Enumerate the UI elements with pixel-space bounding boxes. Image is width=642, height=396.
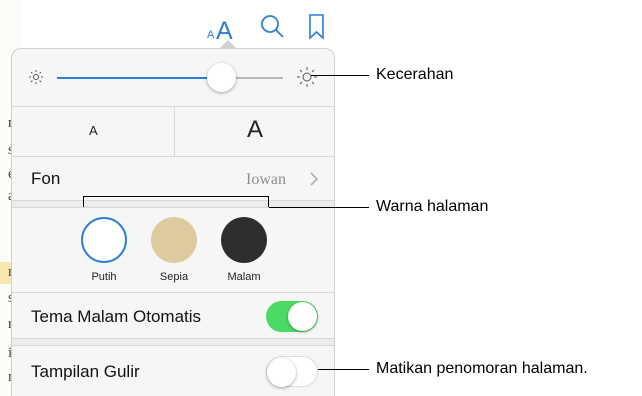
- increase-font-button[interactable]: A: [175, 107, 334, 156]
- theme-sepia-swatch[interactable]: [151, 217, 197, 263]
- brightness-high-icon: [296, 66, 318, 93]
- search-icon[interactable]: [260, 14, 286, 45]
- auto-night-row: Tema Malam Otomatis: [12, 293, 334, 339]
- svg-text:A: A: [207, 29, 215, 41]
- callout-bracket-page-color: [83, 196, 269, 207]
- decrease-font-button[interactable]: A: [12, 107, 175, 156]
- callout-line-page-color: [269, 207, 369, 208]
- callout-line-brightness: [311, 75, 369, 76]
- theme-night-label: Malam: [227, 271, 261, 283]
- font-value: Iowan: [246, 171, 286, 188]
- auto-night-label: Tema Malam Otomatis: [31, 307, 202, 326]
- brightness-slider[interactable]: [57, 63, 283, 93]
- large-font-label: A: [247, 116, 264, 143]
- brightness-low-icon: [28, 69, 44, 90]
- theme-white-swatch[interactable]: [81, 217, 127, 263]
- callout-line-scroll: [318, 369, 369, 370]
- scroll-view-toggle[interactable]: [266, 356, 318, 387]
- small-font-label: A: [89, 123, 98, 138]
- font-label: Fon: [31, 169, 61, 188]
- svg-text:A: A: [216, 17, 233, 42]
- callout-page-color: Warna halaman: [376, 198, 489, 215]
- font-size-row: A A: [12, 107, 334, 157]
- theme-night-swatch[interactable]: [221, 217, 267, 263]
- scroll-view-label: Tampilan Gulir: [31, 362, 140, 381]
- font-row[interactable]: Fon Iowan: [12, 157, 334, 201]
- bookmark-icon[interactable]: [308, 13, 326, 46]
- theme-sepia-label: Sepia: [159, 271, 189, 283]
- brightness-row: [12, 49, 334, 107]
- slider-knob[interactable]: [207, 63, 236, 92]
- callout-scroll: Matikan penomoran halaman.: [376, 360, 588, 377]
- toggle-knob: [288, 302, 317, 331]
- scroll-view-row: Tampilan Gulir: [12, 345, 334, 396]
- appearance-popover: A A Fon Iowan Putih Sepia Malam Tema Mal…: [11, 48, 335, 396]
- slider-track-fill: [57, 77, 220, 79]
- chevron-right-icon: [310, 172, 319, 191]
- callout-brightness: Kecerahan: [376, 66, 454, 83]
- auto-night-toggle[interactable]: [266, 301, 318, 332]
- toggle-knob: [267, 358, 296, 387]
- theme-row: Putih Sepia Malam: [12, 207, 334, 293]
- theme-white-label: Putih: [91, 271, 117, 283]
